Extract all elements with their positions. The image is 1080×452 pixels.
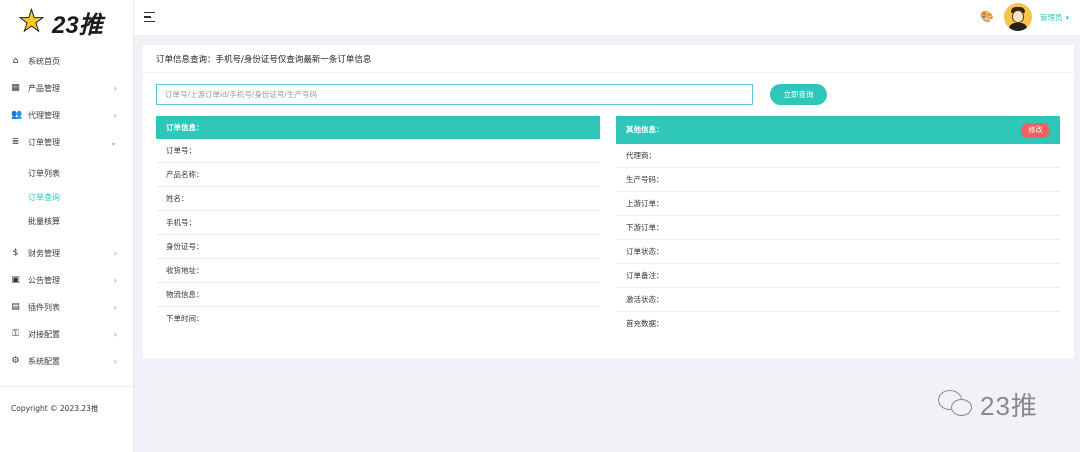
sidebar-subitem-order-query[interactable]: 订单查询 — [0, 186, 133, 210]
sidebar-item-home[interactable]: ⌂ 系统首页 — [0, 48, 133, 75]
sidebar-item-label: 系统首页 — [28, 57, 60, 66]
field-order-note: 订单备注： — [616, 264, 1060, 288]
field-logistics: 物流信息： — [156, 283, 600, 307]
field-order-no: 订单号： — [156, 139, 600, 163]
sidebar-item-orders[interactable]: ≣ 订单管理 ⌄ — [0, 129, 133, 156]
other-info-panel: 其他信息： 修改 代理商： 生产号码： 上游订单： 下游订单： 订单状态： 订单… — [616, 116, 1060, 336]
edit-button[interactable]: 修改 — [1021, 123, 1050, 138]
topbar: 🎨 管理员 — [134, 0, 1080, 36]
field-address: 收货地址： — [156, 259, 600, 283]
menu-toggle-icon[interactable] — [144, 12, 155, 22]
sidebar-item-products[interactable]: ▦ 产品管理 › — [0, 75, 133, 102]
finance-icon: $ — [12, 248, 19, 258]
avatar[interactable] — [1004, 3, 1032, 31]
sidebar-item-finance[interactable]: $ 财务管理 › — [0, 240, 133, 267]
field-first-recharge: 首充数据： — [626, 319, 664, 328]
sidebar-subitem-order-list[interactable]: 订单列表 — [0, 162, 133, 186]
sidebar-item-label: 财务管理 — [28, 249, 60, 258]
sidebar-item-label: 代理管理 — [28, 111, 60, 120]
field-id-number: 身份证号： — [156, 235, 600, 259]
chevron-down-icon: ⌄ — [110, 138, 117, 147]
chevron-right-icon: › — [113, 357, 117, 366]
sidebar-item-agents[interactable]: 👥 代理管理 › — [0, 102, 133, 129]
chevron-right-icon: › — [113, 330, 117, 339]
field-order-time: 下单时间： — [166, 314, 204, 323]
user-menu[interactable]: 管理员 — [1040, 12, 1069, 23]
field-phone: 手机号： — [156, 211, 600, 235]
settings-user-icon: ⚙ — [11, 356, 20, 366]
other-info-header: 其他信息： 修改 — [616, 116, 1060, 144]
field-order-status: 订单状态： — [616, 240, 1060, 264]
chevron-right-icon: › — [113, 84, 117, 93]
sidebar-item-label: 产品管理 — [28, 84, 60, 93]
sidebar-item-label: 公告管理 — [28, 276, 60, 285]
key-icon: ⚿ — [12, 329, 19, 339]
logo-text: 23推 — [52, 11, 103, 39]
search-input[interactable]: 订单号/上游订单id/手机号/身份证号/生产号码 — [156, 84, 753, 105]
logo[interactable]: ★ 23推 — [0, 0, 133, 44]
sidebar-subitem-batch-settle[interactable]: 批量核算 — [0, 210, 133, 234]
sidebar-item-integration[interactable]: ⚿ 对接配置 › — [0, 321, 133, 348]
sidebar: ★ 23推 ⌂ 系统首页 ▦ 产品管理 › 👥 代理管理 › ≣ 订单管理 ⌄ … — [0, 0, 134, 452]
wechat-icon — [938, 389, 974, 420]
chevron-right-icon: › — [113, 249, 117, 258]
chevron-right-icon: › — [113, 111, 117, 120]
watermark-text: 23推 — [980, 391, 1038, 421]
plugin-icon: ▤ — [11, 302, 20, 312]
orders-submenu: 订单列表 订单查询 批量核算 — [0, 156, 133, 240]
order-query-card: 订单信息查询：手机号/身份证号仅查询最新一条订单信息 订单号/上游订单id/手机… — [143, 45, 1074, 358]
sidebar-item-label: 订单管理 — [28, 138, 60, 147]
order-info-panel: 订单信息： 订单号： 产品名称： 姓名： 手机号： 身份证号： 收货地址： 物流… — [156, 116, 600, 331]
home-icon: ⌂ — [12, 56, 19, 66]
field-activation-status: 激活状态： — [616, 288, 1060, 312]
other-info-title: 其他信息： — [626, 125, 664, 134]
query-button[interactable]: 立即查询 — [770, 84, 827, 105]
field-upstream-order: 上游订单： — [616, 192, 1060, 216]
palette-icon[interactable]: 🎨 — [980, 10, 994, 23]
sidebar-item-label: 系统配置 — [28, 357, 60, 366]
field-production-number: 生产号码： — [616, 168, 1060, 192]
page-title: 订单信息查询：手机号/身份证号仅查询最新一条订单信息 — [143, 45, 1074, 73]
sidebar-item-system[interactable]: ⚙ 系统配置 › — [0, 348, 133, 375]
sidebar-item-label: 插件列表 — [28, 303, 60, 312]
order-info-title: 订单信息： — [156, 116, 600, 139]
field-downstream-order: 下游订单： — [616, 216, 1060, 240]
watermark: 23推 — [938, 386, 1038, 423]
chevron-right-icon: › — [113, 276, 117, 285]
star-logo-icon: ★ — [18, 4, 46, 39]
field-product-name: 产品名称： — [156, 163, 600, 187]
announcement-icon: ▣ — [11, 275, 20, 285]
sidebar-menu: ⌂ 系统首页 ▦ 产品管理 › 👥 代理管理 › ≣ 订单管理 ⌄ 订单列表 订… — [0, 44, 133, 375]
sidebar-item-label: 对接配置 — [28, 330, 60, 339]
users-icon: 👥 — [11, 110, 23, 120]
grid-icon: ▦ — [11, 83, 20, 93]
copyright: Copyright © 2023.23推 — [0, 386, 133, 414]
sidebar-item-plugins[interactable]: ▤ 插件列表 › — [0, 294, 133, 321]
chevron-right-icon: › — [113, 303, 117, 312]
list-icon: ≣ — [11, 137, 20, 147]
field-name: 姓名： — [156, 187, 600, 211]
field-agent: 代理商： — [616, 144, 1060, 168]
sidebar-item-announcements[interactable]: ▣ 公告管理 › — [0, 267, 133, 294]
